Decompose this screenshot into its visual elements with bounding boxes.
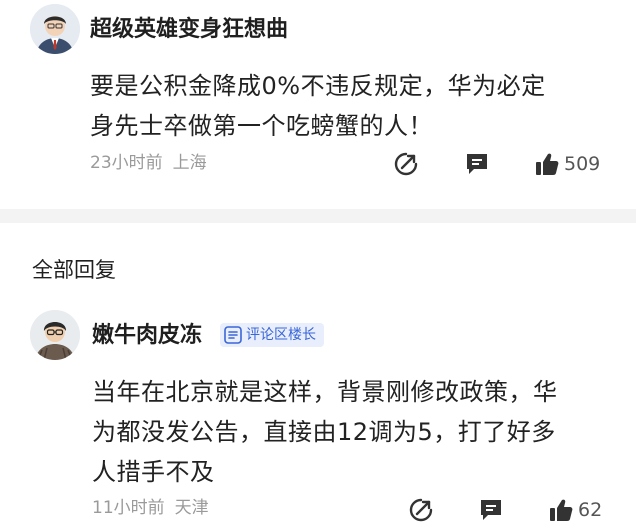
comment-icon: [481, 500, 501, 520]
reply-avatar[interactable]: [30, 310, 80, 360]
reply-comment-button[interactable]: [478, 497, 504, 523]
reply-time: 11小时前: [92, 498, 165, 518]
comment-icon: [467, 154, 487, 174]
floor-owner-badge: 评论区楼长: [220, 323, 324, 347]
thumbs-up-icon: [550, 499, 573, 521]
share-button[interactable]: [393, 151, 419, 177]
comment-body: 要是公积金降成0%不违反规定，华为必定 身先士卒做第一个吃螃蟹的人！: [90, 66, 546, 146]
like-count: 509: [564, 153, 601, 175]
reply-share-button[interactable]: [408, 497, 434, 523]
reply-body: 当年在北京就是这样，背景刚修改政策，华 为都没发公告，直接由12调为5，打了好多…: [92, 372, 558, 492]
share-icon: [394, 152, 418, 176]
reply-meta: 11小时前 天津: [92, 497, 209, 519]
reply-like-button[interactable]: 62: [548, 497, 602, 523]
reply-line: 为都没发公告，直接由12调为5，打了好多: [92, 418, 556, 446]
reply-author[interactable]: 嫩牛肉皮冻: [92, 322, 202, 350]
badge-label: 评论区楼长: [246, 327, 316, 343]
share-icon: [409, 498, 433, 522]
reply-like-count: 62: [578, 499, 603, 521]
badge-icon: [224, 326, 242, 344]
section-divider: [0, 209, 636, 223]
comment-meta: 23小时前 上海: [90, 152, 207, 174]
comment-line: 要是公积金降成0%不违反规定，华为必定: [90, 72, 546, 100]
reply-line: 人措手不及: [92, 458, 215, 486]
comment-author[interactable]: 超级英雄变身狂想曲: [90, 16, 288, 44]
avatar[interactable]: [30, 4, 80, 54]
replies-section-title: 全部回复: [32, 258, 116, 282]
like-button[interactable]: 509: [534, 151, 600, 177]
comment-line: 身先士卒做第一个吃螃蟹的人！: [90, 112, 433, 140]
comment-location: 上海: [172, 153, 207, 173]
comment-time: 23小时前: [90, 153, 163, 173]
thumbs-up-icon: [536, 153, 559, 175]
reply-line: 当年在北京就是这样，背景刚修改政策，华: [92, 378, 558, 406]
comment-button[interactable]: [464, 151, 490, 177]
reply-location: 天津: [174, 498, 209, 518]
